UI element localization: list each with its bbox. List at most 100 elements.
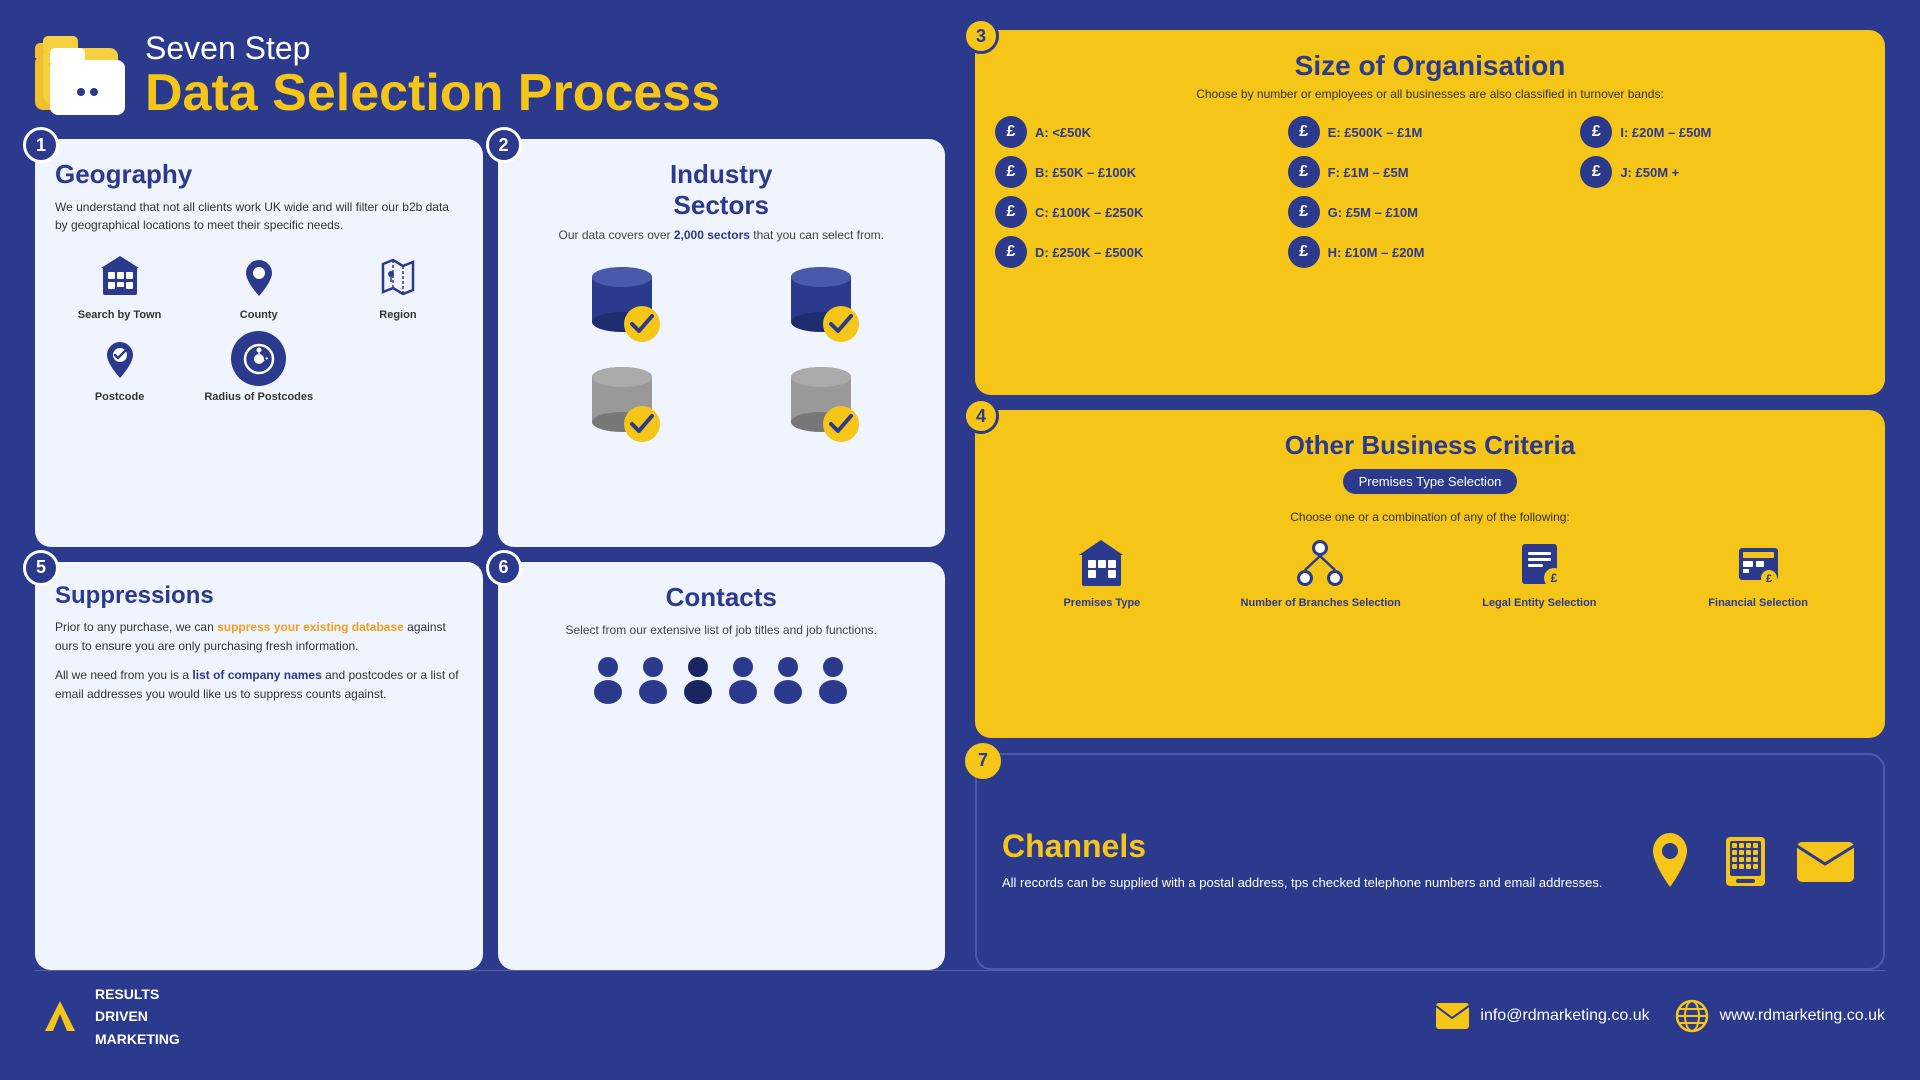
band-e-label: E: £500K – £1M xyxy=(1328,125,1423,140)
premises-badge: Premises Type Selection xyxy=(1343,469,1518,494)
step5-desc2: All we need from you is a list of compan… xyxy=(55,666,463,704)
step2-card: 2 IndustrySectors Our data covers over 2… xyxy=(498,139,946,547)
email-icon xyxy=(1793,834,1858,889)
step5-badge: 5 xyxy=(23,550,59,586)
map-pin-icon xyxy=(231,249,286,304)
pound-icon-g: £ xyxy=(1288,196,1320,228)
band-f-label: F: £1M – £5M xyxy=(1328,165,1409,180)
header-text: Seven Step Data Selection Process xyxy=(145,30,720,119)
band-a-label: A: <£50K xyxy=(1035,125,1091,140)
geo-label-radius: Radius of Postcodes xyxy=(204,391,313,403)
step1-desc: We understand that not all clients work … xyxy=(55,198,463,234)
step4-item-financial: £ Financial Selection xyxy=(1651,536,1865,610)
geo-item-postcode: Postcode xyxy=(55,331,184,403)
step4-label-legal: Legal Entity Selection xyxy=(1482,596,1596,610)
step6-desc: Select from our extensive list of job ti… xyxy=(518,621,926,639)
footer-contact: info@rdmarketing.co.uk www.rdmarketing.c… xyxy=(1435,999,1885,1034)
band-h-label: H: £10M – £20M xyxy=(1328,245,1425,260)
footer-website-text: www.rdmarketing.co.uk xyxy=(1720,1007,1885,1025)
band-d: £ D: £250K – £500K xyxy=(995,236,1280,268)
map-region-icon xyxy=(370,249,425,304)
step4-item-premises: Premises Type xyxy=(995,536,1209,610)
header: Seven Step Data Selection Process xyxy=(35,30,960,139)
left-content: 1 Geography We understand that not all c… xyxy=(35,139,960,970)
step4-icons: Premises Type Number of Branches Sele xyxy=(995,536,1865,610)
band-b: £ B: £50K – £100K xyxy=(995,156,1280,188)
band-g-label: G: £5M – £10M xyxy=(1328,205,1418,220)
step7-title: Channels xyxy=(1002,828,1623,865)
step6-badge: 6 xyxy=(486,550,522,586)
band-d-label: D: £250K – £500K xyxy=(1035,245,1143,260)
step5-title: Suppressions xyxy=(55,582,463,610)
band-j-label: J: £50M + xyxy=(1620,165,1679,180)
footer: RESULTS DRIVEN MARKETING info@rdmarketin… xyxy=(35,970,1885,1050)
footer-email-text: info@rdmarketing.co.uk xyxy=(1480,1007,1649,1025)
footer-website: www.rdmarketing.co.uk xyxy=(1675,999,1885,1034)
band-f: £ F: £1M – £5M xyxy=(1288,156,1573,188)
pound-icon-j: £ xyxy=(1580,156,1612,188)
header-title: Data Selection Process xyxy=(145,67,720,119)
step3-badge: 3 xyxy=(963,18,999,54)
pound-icon-a: £ xyxy=(995,116,1027,148)
step4-desc: Choose one or a combination of any of th… xyxy=(995,510,1865,524)
pound-icon-h: £ xyxy=(1288,236,1320,268)
step4-label-premises: Premises Type xyxy=(1063,596,1140,610)
geo-label-town: Search by Town xyxy=(78,309,162,321)
footer-email: info@rdmarketing.co.uk xyxy=(1435,1002,1649,1030)
pound-icon-d: £ xyxy=(995,236,1027,268)
globe-icon xyxy=(1675,999,1710,1034)
step2-badge: 2 xyxy=(486,127,522,163)
step6-icons xyxy=(518,654,926,704)
step1-badge: 1 xyxy=(23,127,59,163)
step1-icons-row1: Search by Town County xyxy=(55,249,463,321)
band-i-label: I: £20M – £50M xyxy=(1620,125,1711,140)
page-container: Seven Step Data Selection Process 1 Geog… xyxy=(0,0,1920,1080)
building-icon xyxy=(92,249,147,304)
pound-icon-f: £ xyxy=(1288,156,1320,188)
step4-item-branches: Number of Branches Selection xyxy=(1214,536,1428,610)
logo-icon xyxy=(35,996,85,1036)
step7-text: Channels All records can be supplied wit… xyxy=(1002,828,1623,894)
svg-text:£: £ xyxy=(1766,573,1772,585)
step7-icons xyxy=(1643,829,1858,894)
step5-card: 5 Suppressions Prior to any purchase, we… xyxy=(35,562,483,970)
step4-card: 4 Other Business Criteria Premises Type … xyxy=(975,410,1885,738)
step1-title: Geography xyxy=(55,159,463,190)
step4-item-legal: £ Legal Entity Selection xyxy=(1433,536,1647,610)
logo-area: RESULTS DRIVEN MARKETING xyxy=(35,983,180,1050)
step4-label-branches: Number of Branches Selection xyxy=(1241,596,1401,610)
step5-desc1: Prior to any purchase, we can suppress y… xyxy=(55,618,463,656)
band-i: £ I: £20M – £50M xyxy=(1580,116,1865,148)
step6-card: 6 Contacts Select from our extensive lis… xyxy=(498,562,946,970)
step3-title: Size of Organisation xyxy=(995,50,1865,82)
step3-card: 3 Size of Organisation Choose by number … xyxy=(975,30,1885,395)
geo-item-region: Region xyxy=(333,249,462,321)
band-b-label: B: £50K – £100K xyxy=(1035,165,1136,180)
header-subtitle: Seven Step xyxy=(145,30,720,67)
step7-badge: 7 xyxy=(965,743,1001,779)
postcode-icon xyxy=(92,331,147,386)
step4-label-financial: Financial Selection xyxy=(1708,596,1808,610)
step4-title: Other Business Criteria xyxy=(995,430,1865,461)
folder-icon xyxy=(35,35,125,115)
pound-icon-e: £ xyxy=(1288,116,1320,148)
band-e: £ E: £500K – £1M xyxy=(1288,116,1573,148)
band-c: £ C: £100K – £250K xyxy=(995,196,1280,228)
geo-label-postcode: Postcode xyxy=(95,391,145,403)
pound-icon-c: £ xyxy=(995,196,1027,228)
geo-item-town: Search by Town xyxy=(55,249,184,321)
geo-item-radius: Radius of Postcodes xyxy=(194,331,323,403)
email-footer-icon xyxy=(1435,1002,1470,1030)
band-j: £ J: £50M + xyxy=(1580,156,1865,188)
radius-icon xyxy=(231,331,286,386)
logo-text: RESULTS DRIVEN MARKETING xyxy=(95,983,180,1050)
right-content: 3 Size of Organisation Choose by number … xyxy=(960,30,1885,970)
svg-text:£: £ xyxy=(1551,571,1558,585)
step1-card: 1 Geography We understand that not all c… xyxy=(35,139,483,547)
step7-card: 7 Channels All records can be supplied w… xyxy=(975,753,1885,970)
step2-title: IndustrySectors xyxy=(518,159,926,221)
pound-icon-i: £ xyxy=(1580,116,1612,148)
step2-desc: Our data covers over 2,000 sectors that … xyxy=(518,226,926,244)
step4-badge: 4 xyxy=(963,398,999,434)
geo-label-county: County xyxy=(240,309,278,321)
